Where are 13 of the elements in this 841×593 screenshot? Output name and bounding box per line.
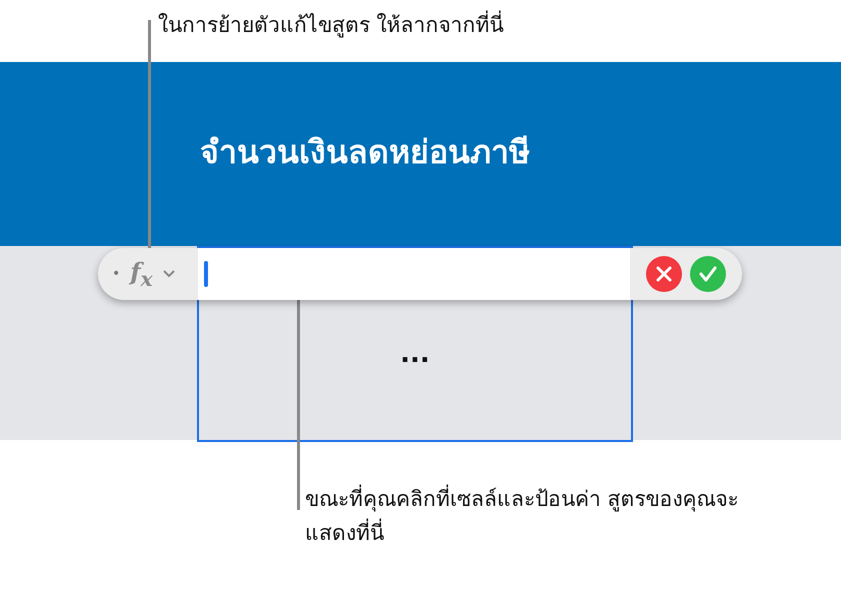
table-cell[interactable]: ... — [197, 246, 633, 442]
drag-handle[interactable]: • — [112, 266, 120, 282]
close-icon — [656, 266, 672, 282]
chevron-down-icon[interactable] — [162, 270, 175, 278]
cancel-button[interactable] — [646, 256, 682, 292]
formula-input-field[interactable] — [198, 248, 630, 300]
cell-text: ... — [400, 339, 430, 369]
accept-button[interactable] — [690, 256, 726, 292]
header-title: จำนวนเงินลดหย่อนภาษี — [200, 132, 530, 172]
checkmark-icon — [699, 266, 717, 282]
function-label[interactable]: f$_{x}$ — [130, 257, 153, 291]
callout-text: ในการย้ายตัวแก้ไขสูตร ให้ลากจากที่นี่ — [158, 6, 504, 42]
callout-text: ขณะที่คุณคลิกที่เซลล์และป้อนค่า สูตรของคุณจะแสดงที่นี่ — [305, 480, 745, 550]
